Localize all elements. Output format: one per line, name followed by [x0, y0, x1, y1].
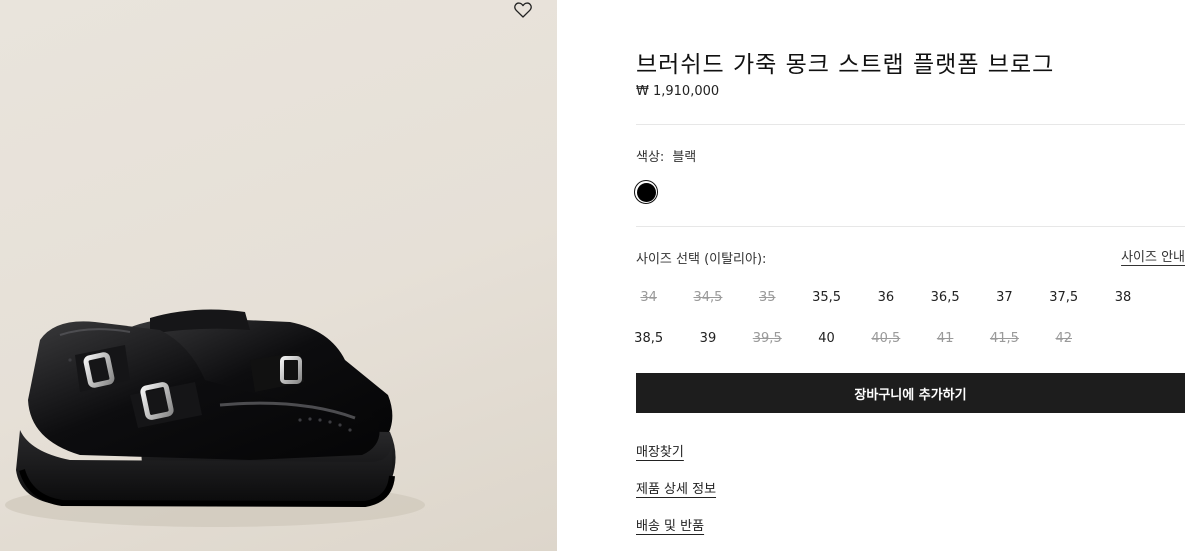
size-options: 34 34,5 35 35,5 36 36,5 37 37,5 38 38,5 39 39,5 40 40…	[619, 277, 1179, 359]
wishlist-button[interactable]	[512, 0, 534, 20]
color-value: 블랙	[672, 150, 697, 165]
size-select-label: 사이즈 선택 (이탈리아):	[636, 252, 767, 267]
color-label: 색상:	[636, 150, 665, 165]
size-option[interactable]: 41	[915, 318, 974, 359]
size-option[interactable]: 40	[797, 318, 856, 359]
color-selection: 색상: 블랙	[636, 146, 696, 165]
add-to-cart-button[interactable]: 장바구니에 추가하기	[636, 373, 1185, 413]
shipping-returns-link[interactable]: 배송 및 반품	[636, 515, 704, 534]
heart-icon	[514, 2, 532, 18]
color-swatch-black[interactable]	[634, 180, 658, 204]
size-option[interactable]: 38,5	[619, 318, 678, 359]
size-option[interactable]: 41,5	[975, 318, 1034, 359]
product-info-panel: 브러쉬드 가죽 몽크 스트랩 플랫폼 브로그 ₩ 1,910,000 색상: 블…	[634, 0, 1185, 551]
size-option[interactable]: 38	[1093, 277, 1152, 318]
swatch-dot	[636, 182, 656, 202]
size-option[interactable]: 40,5	[856, 318, 915, 359]
product-details-link[interactable]: 제품 상세 정보	[636, 478, 716, 497]
size-option[interactable]: 34	[619, 277, 678, 318]
size-guide-link[interactable]: 사이즈 안내	[1121, 246, 1185, 265]
store-finder-link[interactable]: 매장찾기	[636, 441, 684, 460]
size-option[interactable]: 34,5	[678, 277, 737, 318]
size-option[interactable]: 42	[1034, 318, 1093, 359]
size-option[interactable]: 35,5	[797, 277, 856, 318]
size-option[interactable]: 37,5	[1034, 277, 1093, 318]
product-title: 브러쉬드 가죽 몽크 스트랩 플랫폼 브로그	[636, 52, 1055, 78]
size-option[interactable]: 36	[856, 277, 915, 318]
product-image	[5, 309, 425, 527]
product-price: ₩ 1,910,000	[636, 84, 720, 99]
divider	[636, 124, 1185, 125]
size-option[interactable]: 35	[738, 277, 797, 318]
size-option[interactable]: 39	[678, 318, 737, 359]
divider	[636, 226, 1185, 227]
product-image-panel	[0, 0, 557, 551]
size-option[interactable]: 37	[975, 277, 1034, 318]
size-option[interactable]: 36,5	[915, 277, 974, 318]
size-option[interactable]: 39,5	[738, 318, 797, 359]
